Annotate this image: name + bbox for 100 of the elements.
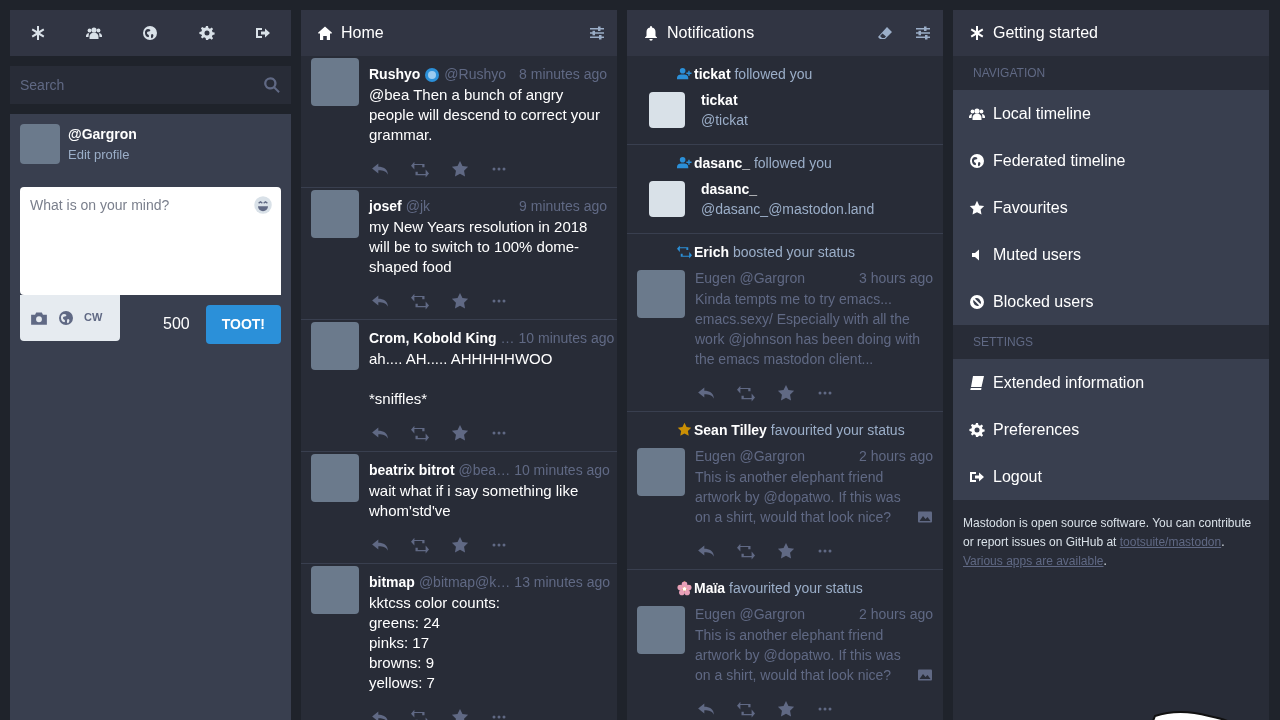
getting-started-icon[interactable] (30, 25, 47, 41)
account-handle: @Gargron (68, 125, 137, 144)
timestamp[interactable]: 9 minutes ago (519, 196, 607, 217)
edit-profile-link[interactable]: Edit profile (68, 145, 137, 165)
home-icon (317, 25, 333, 41)
boost-icon[interactable] (411, 536, 429, 554)
follow-icon (677, 155, 692, 170)
users-icon (969, 105, 985, 122)
timestamp[interactable]: 10 minutes ago (518, 328, 615, 349)
timestamp[interactable]: 2 hours ago (859, 604, 933, 625)
account-handle[interactable]: @bea… (458, 460, 511, 481)
timestamp[interactable]: 8 minutes ago (519, 64, 607, 85)
column-title: Notifications (667, 23, 756, 43)
column-title: Home (341, 23, 385, 43)
federated-timeline-icon[interactable] (142, 25, 159, 41)
image-icon (917, 667, 933, 683)
boost-icon[interactable] (737, 700, 755, 718)
boost-icon[interactable] (737, 384, 755, 402)
boost-icon (677, 244, 692, 259)
timestamp[interactable]: 13 minutes ago (514, 572, 611, 593)
status-text: Kinda tempts me to try emacs... emacs.sexy/ Especially with all the work @johnson has been doing with the emacs mastodon client... (695, 290, 922, 369)
bell-icon (643, 25, 659, 41)
menu-item[interactable]: Logout (953, 453, 1269, 500)
footer-link[interactable]: Various apps are available (963, 554, 1104, 568)
menu-item[interactable]: Local timeline (953, 90, 1269, 137)
menu-item[interactable]: Favourites (953, 184, 1269, 231)
star-icon[interactable] (451, 160, 469, 178)
local-timeline-icon[interactable] (86, 25, 103, 41)
account-handle[interactable]: @Gargron (739, 268, 806, 289)
search-field[interactable]: Search (10, 66, 291, 104)
display-name[interactable]: Rushyo (369, 64, 421, 85)
notification-text: Maïa favourited your status (694, 578, 863, 598)
display-name[interactable]: josef (369, 196, 402, 217)
menu-item[interactable]: Preferences (953, 406, 1269, 453)
timestamp[interactable]: 2 hours ago (859, 446, 933, 467)
display-name[interactable]: tickat (701, 90, 748, 110)
emoji-icon[interactable] (253, 194, 273, 215)
globe-icon (969, 152, 985, 169)
display-name[interactable]: Eugen (695, 604, 736, 625)
boost-icon[interactable] (411, 424, 429, 442)
toot-button[interactable]: TOOT! (205, 304, 281, 344)
avatar-placeholder[interactable] (20, 124, 60, 165)
status-text: my New Years resolution in 2018 will be to switch to 100% dome-shaped food (369, 217, 589, 277)
search-icon (263, 76, 281, 94)
display-name[interactable]: beatrix bitrot (369, 460, 455, 481)
status-text: kktcss color counts: greens: 24 pinks: 17 browns: 9 yellows: 7 (369, 593, 501, 693)
display-name[interactable]: Eugen (695, 446, 736, 467)
star-icon[interactable] (777, 700, 795, 718)
boost-icon[interactable] (411, 292, 429, 310)
flower-emoji-icon (677, 581, 692, 596)
notification-text: Erich boosted your status (694, 242, 856, 262)
content-warning-toggle[interactable]: CW (84, 309, 103, 326)
eraser-icon[interactable] (877, 25, 893, 41)
menu-item[interactable]: Muted users (953, 231, 1269, 278)
boost-icon[interactable] (411, 160, 429, 178)
display-name[interactable]: Crom, Kobold King (369, 328, 497, 349)
star-icon[interactable] (451, 292, 469, 310)
menu-item[interactable]: Blocked users (953, 278, 1269, 325)
account-handle[interactable]: @dasanc_@mastodon.land (701, 199, 875, 219)
logout-icon[interactable] (254, 25, 271, 41)
timestamp[interactable]: 10 minutes ago (514, 460, 610, 481)
image-icon (917, 509, 933, 525)
globe-icon[interactable] (58, 309, 74, 326)
notification-text: dasanc_ followed you (694, 153, 832, 173)
account-handle[interactable]: @bitmap@k… (418, 572, 511, 593)
boost-icon[interactable] (737, 542, 755, 560)
character-counter: 500 (163, 313, 190, 334)
status-text: wait what if i say something like whom'std've (369, 481, 580, 521)
account-handle[interactable]: @jk (405, 196, 430, 217)
settings-icon[interactable] (589, 25, 605, 41)
notification-text: Sean Tilley favourited your status (694, 420, 905, 440)
account-handle[interactable]: @tickat (701, 110, 748, 130)
star-icon (969, 199, 985, 216)
star-icon[interactable] (451, 536, 469, 554)
follow-icon (677, 66, 692, 81)
account-handle[interactable]: @Gargron (739, 604, 806, 625)
star-icon[interactable] (777, 384, 795, 402)
display-name[interactable]: Eugen (695, 268, 736, 289)
star-icon (677, 422, 692, 437)
settings-icon[interactable] (915, 25, 931, 41)
compose-field[interactable]: What is on your mind? (20, 186, 281, 295)
menu-item[interactable]: Extended information (953, 359, 1269, 406)
footer-text: Mastodon is open source software. You can contribute or report issues on GitHub at tootsuite/mastodon. Various apps are available. (962, 515, 1253, 570)
notification-text: tickat followed you (694, 64, 813, 84)
settings-icon[interactable] (198, 25, 215, 41)
status-text: This is another elephant friend artwork by @dopatwo. If this was on a shirt, would that look nice? (695, 626, 902, 685)
account-handle[interactable]: @Rushyo (444, 64, 507, 85)
star-icon[interactable] (451, 424, 469, 442)
asterisk-icon (969, 25, 985, 41)
account-handle[interactable]: @Gargron (739, 446, 806, 467)
column-title: Getting started (993, 23, 1098, 43)
settings-icon (969, 421, 985, 438)
star-icon[interactable] (777, 542, 795, 560)
account-handle[interactable]: … (500, 328, 515, 349)
status-text: @bea Then a bunch of angry people will descend to correct your grammar. (369, 85, 601, 145)
block-icon (969, 293, 985, 310)
display-name[interactable]: bitmap (369, 572, 415, 593)
timestamp[interactable]: 3 hours ago (859, 268, 933, 289)
display-name[interactable]: dasanc_ (701, 179, 875, 199)
menu-item[interactable]: Federated timeline (953, 137, 1269, 184)
